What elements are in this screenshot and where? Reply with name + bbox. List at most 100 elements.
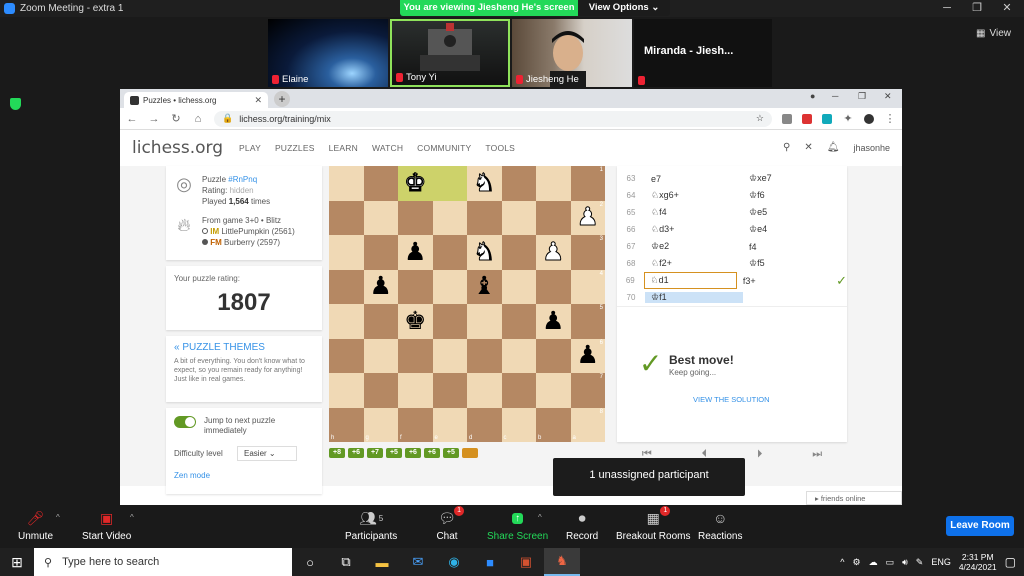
move-white[interactable]: ♘f2+ xyxy=(645,258,743,269)
board-square[interactable] xyxy=(432,200,467,235)
volume-icon[interactable]: 🔊︎ xyxy=(902,557,908,568)
board-square[interactable] xyxy=(432,338,467,373)
board-square[interactable] xyxy=(501,338,536,373)
chess-piece[interactable]: ♝ xyxy=(473,274,495,299)
board-square[interactable]: g xyxy=(363,407,398,442)
board-square[interactable] xyxy=(329,373,364,408)
move-black[interactable]: ♔f6 xyxy=(743,190,841,201)
view-solution-link[interactable]: VIEW THE SOLUTION xyxy=(693,395,770,404)
board-square[interactable]: ♟ xyxy=(363,269,398,304)
file-explorer-icon[interactable]: ▬ xyxy=(364,548,400,576)
language-indicator[interactable]: ENG xyxy=(931,557,951,567)
board-square[interactable] xyxy=(501,373,536,408)
board-square[interactable]: h xyxy=(329,407,364,442)
network-icon[interactable]: ▭ xyxy=(886,557,895,568)
browser-tab[interactable]: Puzzles • lichess.org ✕ xyxy=(124,92,268,108)
nav-learn[interactable]: LEARN xyxy=(329,143,358,153)
board-square[interactable] xyxy=(363,200,398,235)
video-tile[interactable]: Elaine xyxy=(268,19,388,87)
move-black[interactable]: ♔f5 xyxy=(743,258,841,269)
move-white[interactable]: ♘xg6+ xyxy=(645,190,743,201)
board-square[interactable] xyxy=(536,269,571,304)
board-square[interactable] xyxy=(467,200,502,235)
streak-result[interactable]: +8 xyxy=(329,448,345,458)
pen-icon[interactable]: ✎ xyxy=(916,557,924,568)
browser-restore-icon[interactable]: ❐ xyxy=(858,91,866,102)
board-square[interactable] xyxy=(501,166,536,201)
streak-result[interactable]: +6 xyxy=(347,448,364,458)
white-player[interactable]: LittlePumpkin (2561) xyxy=(221,227,294,236)
board-square[interactable] xyxy=(363,373,398,408)
board-square[interactable]: ♞ xyxy=(467,166,502,201)
chess-piece[interactable]: ♞ xyxy=(473,239,496,265)
profile-icon[interactable]: ● xyxy=(810,91,815,101)
nav-puzzles[interactable]: PUZZLES xyxy=(275,143,315,153)
board-square[interactable]: ♟ 2 xyxy=(570,200,605,235)
next-move-icon[interactable]: ⏵ xyxy=(757,448,763,461)
move-white[interactable]: e7 xyxy=(645,174,743,184)
board-square[interactable]: 7 xyxy=(570,373,605,408)
video-tile[interactable]: Tony Yi xyxy=(390,19,510,87)
reactions-button[interactable]: ☺ Reactions xyxy=(698,509,742,542)
board-square[interactable]: 1 xyxy=(570,166,605,201)
board-square[interactable] xyxy=(432,166,467,201)
tray-chevron-icon[interactable]: ^ xyxy=(840,557,844,567)
chess-piece[interactable]: ♞ xyxy=(473,170,496,196)
board-square[interactable] xyxy=(536,200,571,235)
board-square[interactable] xyxy=(398,200,433,235)
zen-mode-link[interactable]: Zen mode xyxy=(174,471,314,480)
board-square[interactable]: e xyxy=(432,407,467,442)
extension-icon[interactable] xyxy=(802,113,812,124)
audio-options-caret[interactable]: ^ xyxy=(56,513,60,522)
puzzle-id-link[interactable]: #RnPnq xyxy=(228,175,257,184)
board-square[interactable] xyxy=(536,373,571,408)
board-square[interactable]: c xyxy=(501,407,536,442)
edge-icon[interactable]: ◉ xyxy=(436,548,472,576)
move-white[interactable]: ♔e2 xyxy=(645,241,743,252)
board-square[interactable] xyxy=(536,338,571,373)
board-square[interactable] xyxy=(398,338,433,373)
chess-piece[interactable]: ♟ xyxy=(542,308,564,334)
chess-piece[interactable]: ♟ xyxy=(576,204,599,230)
board-square[interactable] xyxy=(467,373,502,408)
board-square[interactable] xyxy=(329,304,364,339)
share-options-caret[interactable]: ^ xyxy=(538,513,542,522)
back-icon[interactable]: ← xyxy=(126,113,138,125)
black-player[interactable]: Burberry (2597) xyxy=(224,238,280,247)
close-icon[interactable]: ✕ xyxy=(992,0,1022,17)
board-square[interactable]: d xyxy=(467,407,502,442)
chess-piece[interactable]: ♟ xyxy=(404,239,426,265)
from-game-link[interactable]: From game 3+0 • Blitz xyxy=(202,215,295,226)
board-square[interactable] xyxy=(501,304,536,339)
mail-icon[interactable]: ✉ xyxy=(400,548,436,576)
board-square[interactable] xyxy=(467,304,502,339)
tab-close-icon[interactable]: ✕ xyxy=(254,95,262,106)
board-square[interactable] xyxy=(501,235,536,270)
board-square[interactable] xyxy=(467,338,502,373)
chess-piece[interactable]: ♚ xyxy=(404,170,427,196)
move-black[interactable]: f3+ xyxy=(737,276,830,286)
unmute-button[interactable]: 🎤︎ Unmute xyxy=(18,509,53,543)
chess-app-icon[interactable]: ♞ xyxy=(544,548,580,576)
board-square[interactable]: ♟ xyxy=(536,304,571,339)
board-square[interactable] xyxy=(432,269,467,304)
leave-room-button[interactable]: Leave Room xyxy=(946,516,1014,536)
board-square[interactable] xyxy=(398,269,433,304)
view-options-button[interactable]: View Options ⌄ xyxy=(578,0,670,16)
tray-app-icon[interactable]: ⚙ xyxy=(853,557,861,568)
board-square[interactable]: ♟ 6 xyxy=(570,338,605,373)
board-square[interactable] xyxy=(329,166,364,201)
minimize-icon[interactable]: ─ xyxy=(932,0,962,17)
board-square[interactable]: ♟ xyxy=(536,235,571,270)
record-button[interactable]: ⏺ Record xyxy=(566,509,598,543)
move-white[interactable]: ♘d3+ xyxy=(645,224,743,235)
onedrive-icon[interactable]: ☁ xyxy=(869,557,878,568)
board-square[interactable]: ♞ xyxy=(467,235,502,270)
move-black[interactable]: ♔e4 xyxy=(743,224,841,235)
chess-piece[interactable]: ♟ xyxy=(370,274,392,299)
view-button[interactable]: ▦ View xyxy=(971,26,1016,41)
zoom-app-icon[interactable]: ■ xyxy=(472,548,508,576)
notification-bell-icon[interactable]: 🔔︎ xyxy=(827,142,840,153)
chat-button[interactable]: 💬︎ 1 Chat xyxy=(436,506,464,542)
chess-piece[interactable]: ♟ xyxy=(542,239,565,265)
